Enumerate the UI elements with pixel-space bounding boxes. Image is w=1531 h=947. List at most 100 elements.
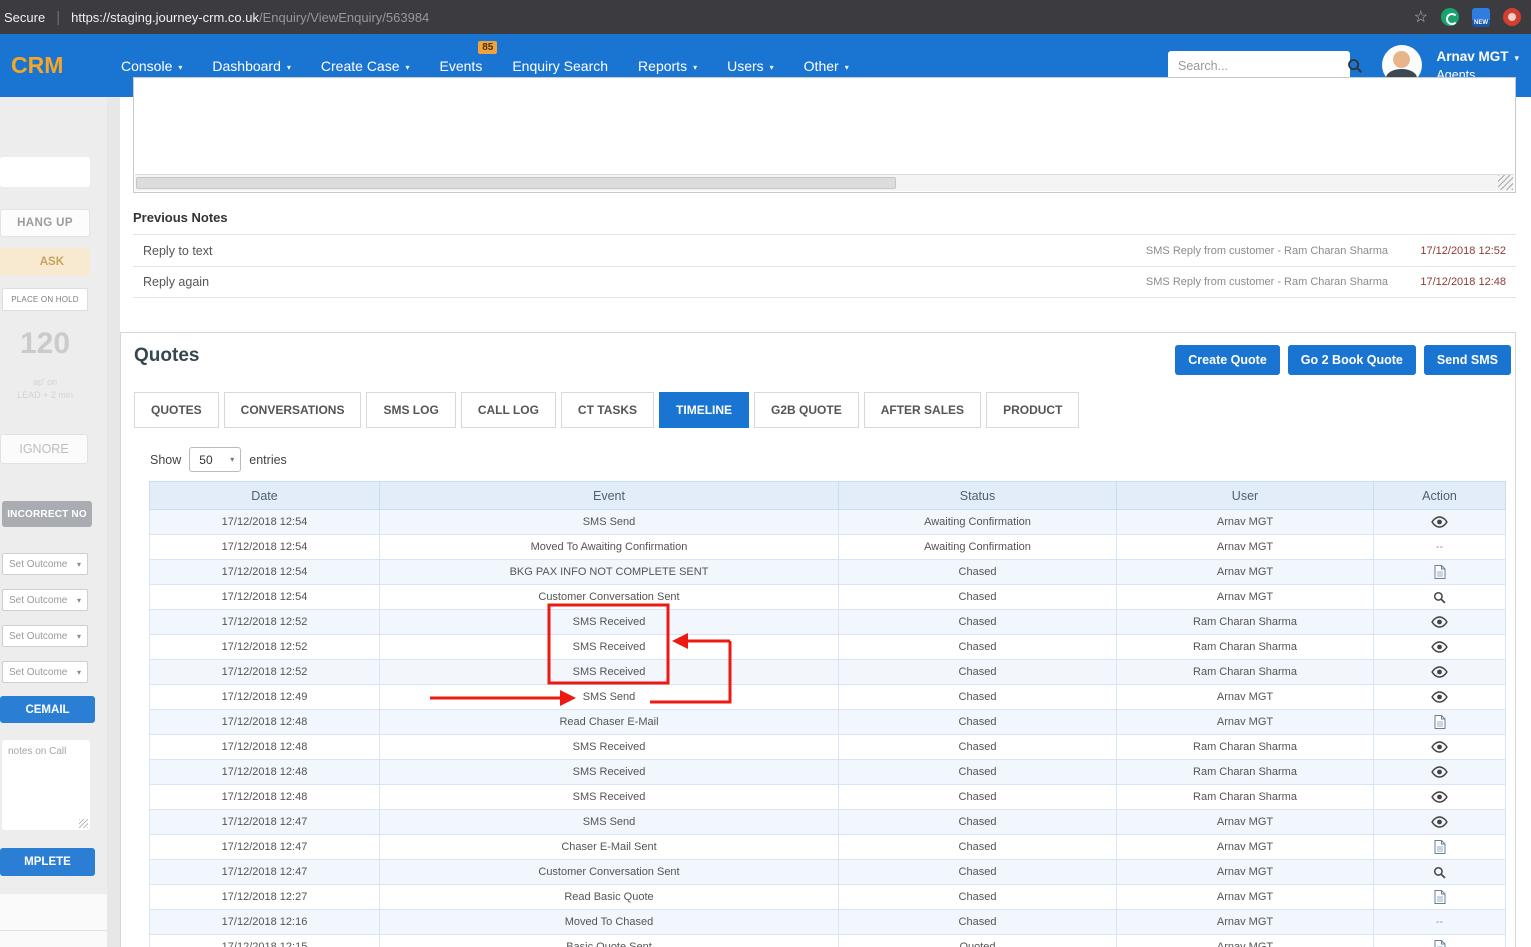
call-notes-textarea[interactable]: notes on Call <box>2 740 90 830</box>
table-row: 17/12/2018 12:52SMS ReceivedChasedRam Ch… <box>150 635 1506 660</box>
set-outcome-select[interactable]: Set Outcome▾ <box>2 625 88 647</box>
call-notes-placeholder: notes on Call <box>8 746 66 757</box>
eye-icon[interactable] <box>1431 791 1448 803</box>
set-outcome-select[interactable]: Set Outcome▾ <box>2 589 88 611</box>
date-cell: 17/12/2018 12:15 <box>150 935 380 947</box>
status-cell: Chased <box>839 835 1117 860</box>
action-cell: -- <box>1374 535 1506 560</box>
tab-timeline[interactable]: TIMELINE <box>659 392 749 428</box>
action-cell <box>1374 935 1506 947</box>
resize-grip-icon[interactable] <box>1498 175 1513 190</box>
incorrect-no-button[interactable]: INCORRECT NO <box>2 501 92 527</box>
extension-green-icon[interactable] <box>1441 8 1459 26</box>
extension-red-icon[interactable] <box>1503 8 1521 26</box>
eye-icon[interactable] <box>1431 691 1448 703</box>
crm-logo[interactable]: CRM <box>11 52 106 79</box>
set-outcome-select[interactable]: Set Outcome▾ <box>2 661 88 683</box>
eye-icon[interactable] <box>1431 516 1448 528</box>
file-icon[interactable] <box>1434 565 1446 579</box>
go-2-book-quote-button[interactable]: Go 2 Book Quote <box>1288 345 1416 375</box>
search-icon[interactable] <box>1347 58 1363 74</box>
set-outcome-select[interactable]: Set Outcome▾ <box>2 553 88 575</box>
action-cell <box>1374 835 1506 860</box>
eye-icon[interactable] <box>1431 741 1448 753</box>
timeline-table: DateEventStatusUserAction 17/12/2018 12:… <box>149 481 1506 947</box>
event-cell: SMS Received <box>380 760 839 785</box>
chevron-down-icon: ▾ <box>287 63 291 72</box>
eye-icon[interactable] <box>1431 616 1448 628</box>
hang-up-button[interactable]: HANG UP <box>0 209 90 237</box>
browser-address-bar[interactable]: Secure | https://staging.journey-crm.co.… <box>0 0 1531 34</box>
status-cell: Chased <box>839 910 1117 935</box>
page-size-select[interactable]: 50 ▾ <box>189 447 241 472</box>
tab-ct-tasks[interactable]: CT TASKS <box>561 392 654 428</box>
resize-grip-icon[interactable] <box>79 819 88 828</box>
file-icon[interactable] <box>1434 940 1446 947</box>
search-icon[interactable] <box>1433 591 1446 604</box>
user-cell: Arnav MGT <box>1117 835 1374 860</box>
table-row: 17/12/2018 12:54Customer Conversation Se… <box>150 585 1506 610</box>
action-cell <box>1374 810 1506 835</box>
date-cell: 17/12/2018 12:54 <box>150 535 380 560</box>
tab-sms-log[interactable]: SMS LOG <box>366 392 455 428</box>
url-host: https://staging.journey-crm.co.uk <box>71 10 259 25</box>
status-cell: Chased <box>839 685 1117 710</box>
voicemail-button[interactable]: CEMAIL <box>0 696 95 723</box>
call-sidebar: HANG UP ASK PLACE ON HOLD 120 ap' on LEA… <box>0 97 107 947</box>
action-cell <box>1374 860 1506 885</box>
date-cell: 17/12/2018 12:48 <box>150 710 380 735</box>
tab-call-log[interactable]: CALL LOG <box>461 392 556 428</box>
note-source: SMS Reply from customer - Ram Charan Sha… <box>1146 276 1388 288</box>
eye-icon[interactable] <box>1431 766 1448 778</box>
tab-conversations[interactable]: CONVERSATIONS <box>224 392 362 428</box>
user-cell: Ram Charan Sharma <box>1117 610 1374 635</box>
action-cell <box>1374 560 1506 585</box>
scrollbar-thumb[interactable] <box>136 177 896 189</box>
tab-product[interactable]: PRODUCT <box>986 392 1079 428</box>
search-icon[interactable] <box>1433 866 1446 879</box>
complete-button[interactable]: MPLETE <box>0 848 95 876</box>
file-icon[interactable] <box>1434 890 1446 904</box>
action-cell <box>1374 685 1506 710</box>
date-cell: 17/12/2018 12:48 <box>150 735 380 760</box>
eye-icon[interactable] <box>1431 816 1448 828</box>
event-cell: SMS Send <box>380 685 839 710</box>
date-cell: 17/12/2018 12:48 <box>150 785 380 810</box>
user-cell: Arnav MGT <box>1117 585 1374 610</box>
eye-icon[interactable] <box>1431 641 1448 653</box>
status-cell: Chased <box>839 885 1117 910</box>
table-row: 17/12/2018 12:48SMS ReceivedChasedRam Ch… <box>150 760 1506 785</box>
search-box[interactable] <box>1168 51 1350 80</box>
eye-icon[interactable] <box>1431 666 1448 678</box>
no-action-dash: -- <box>1436 916 1443 928</box>
place-on-hold-button[interactable]: PLACE ON HOLD <box>2 288 88 311</box>
file-icon[interactable] <box>1434 715 1446 729</box>
action-cell <box>1374 885 1506 910</box>
event-cell: BKG PAX INFO NOT COMPLETE SENT <box>380 560 839 585</box>
ignore-button[interactable]: IGNORE <box>0 434 88 464</box>
extension-new-badge: NEW <box>1472 20 1490 27</box>
extension-blue-icon[interactable]: NEW <box>1472 8 1490 26</box>
events-count-badge: 85 <box>478 41 497 54</box>
horizontal-scrollbar[interactable] <box>135 174 1514 191</box>
create-quote-button[interactable]: Create Quote <box>1175 345 1280 375</box>
call-timer: 120 <box>0 327 90 361</box>
user-cell: Arnav MGT <box>1117 535 1374 560</box>
send-sms-button[interactable]: Send SMS <box>1424 345 1511 375</box>
event-cell: SMS Received <box>380 785 839 810</box>
date-cell: 17/12/2018 12:16 <box>150 910 380 935</box>
tab-after-sales[interactable]: AFTER SALES <box>864 392 981 428</box>
search-input[interactable] <box>1168 51 1347 80</box>
bookmark-star-icon[interactable]: ☆ <box>1414 7 1428 27</box>
quotes-panel: Quotes Create QuoteGo 2 Book QuoteSend S… <box>120 332 1516 947</box>
tab-g2b-quote[interactable]: G2B QUOTE <box>754 392 859 428</box>
notes-editor-box[interactable] <box>133 77 1516 193</box>
main-content: Previous Notes Reply to textSMS Reply fr… <box>120 97 1531 947</box>
tab-quotes[interactable]: QUOTES <box>134 392 219 428</box>
quotes-actions: Create Quote Go 2 Book Quote Send SMS <box>1167 345 1511 375</box>
file-icon[interactable] <box>1434 840 1446 854</box>
chevron-down-icon: ▾ <box>770 63 774 72</box>
task-button[interactable]: ASK <box>0 248 90 276</box>
status-cell: Chased <box>839 860 1117 885</box>
user-cell: Arnav MGT <box>1117 810 1374 835</box>
